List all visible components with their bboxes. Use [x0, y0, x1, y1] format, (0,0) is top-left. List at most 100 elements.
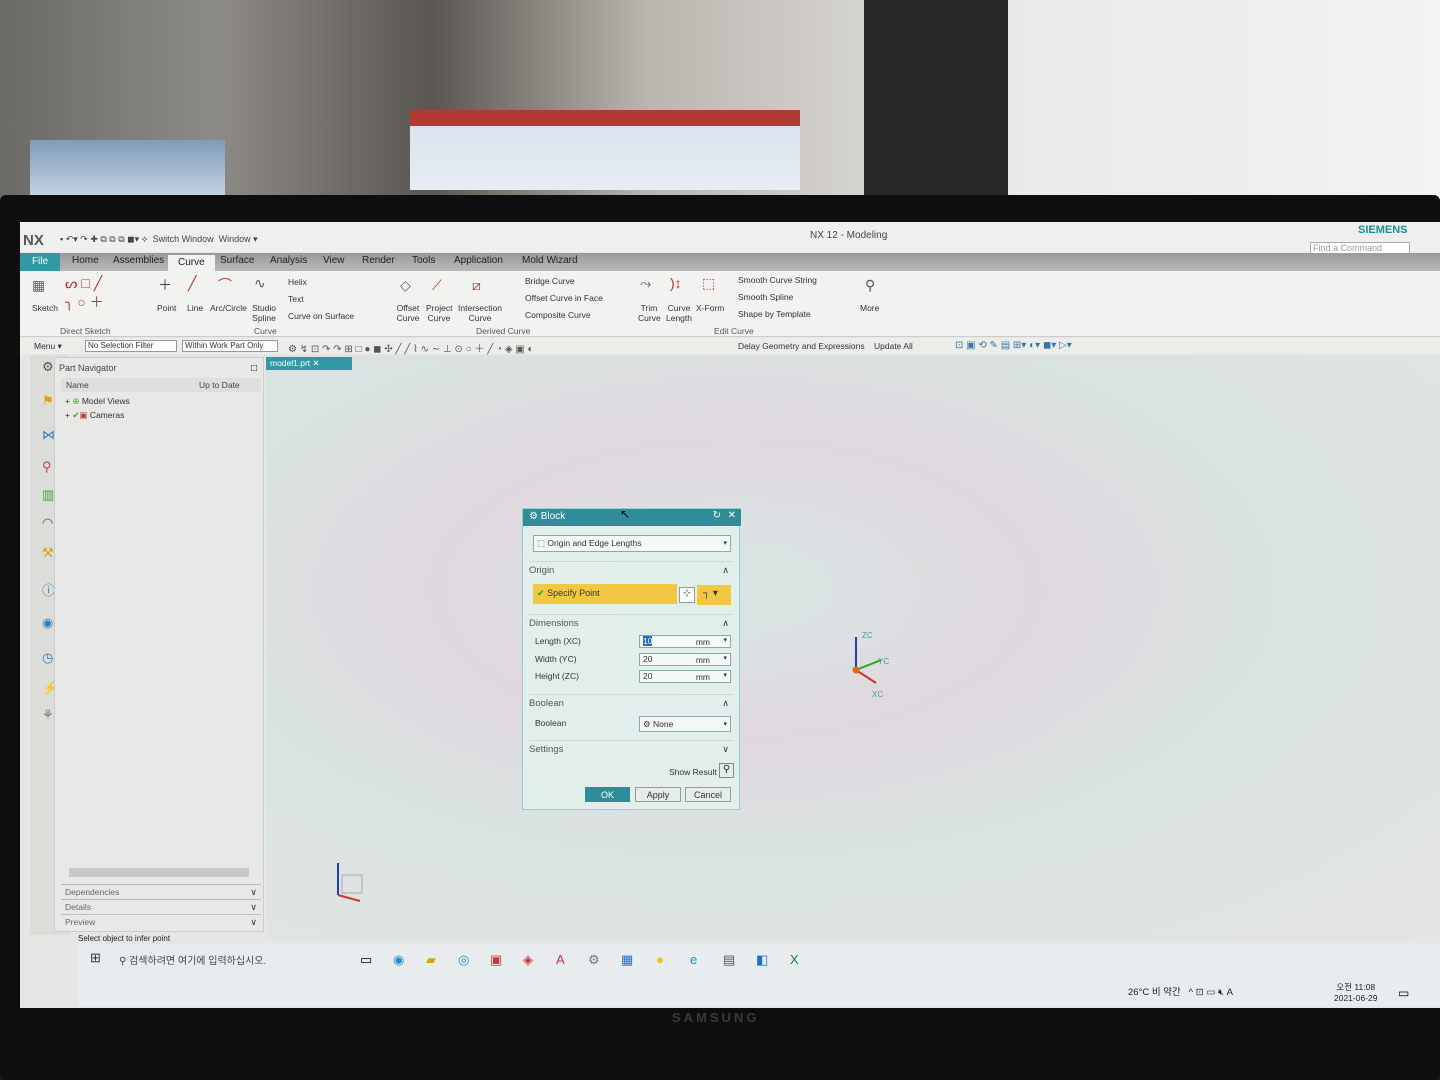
- selection-scope-dropdown[interactable]: Within Work Part Only: [182, 340, 278, 352]
- ok-button[interactable]: OK: [585, 787, 630, 802]
- project-curve-icon[interactable]: ⟋: [432, 277, 442, 294]
- point-button[interactable]: Point: [157, 303, 176, 313]
- block-type-dropdown[interactable]: ⬚ Origin and Edge Lengths ▾: [533, 535, 731, 552]
- system-materials-icon[interactable]: ◉: [42, 615, 53, 631]
- specify-point-selector[interactable]: ✔ Specify Point: [533, 584, 677, 604]
- close-icon[interactable]: ✕: [728, 510, 736, 521]
- tab-assemblies[interactable]: Assemblies: [113, 255, 164, 266]
- tab-surface[interactable]: Surface: [220, 255, 254, 266]
- tab-render[interactable]: Render: [362, 255, 395, 266]
- tab-home[interactable]: Home: [72, 255, 99, 266]
- helix-button[interactable]: Helix: [288, 277, 307, 287]
- windows-start-icon[interactable]: ⊞: [90, 950, 101, 966]
- height-input[interactable]: 20 mm ▾: [639, 670, 731, 683]
- redo-icon[interactable]: ↷: [80, 234, 88, 244]
- switch-window-button[interactable]: Switch Window: [153, 234, 214, 244]
- curve-length-icon[interactable]: )↕: [670, 275, 682, 291]
- project-curve-button[interactable]: Project Curve: [426, 303, 452, 323]
- selection-filter-dropdown[interactable]: No Selection Filter: [85, 340, 177, 352]
- acrobat-icon[interactable]: A: [556, 952, 565, 967]
- snap-point-icons[interactable]: ⚙ ↯ ⊡ ↷ ↷ ⊞ □ ● ◼ ✣ ╱ ╱ ⌇ ∿ ∼ ⊥ ⊙ ○ ＋ ╱ …: [288, 340, 534, 355]
- x-form-icon[interactable]: ⬚: [702, 275, 715, 292]
- delay-geometry-button[interactable]: Delay Geometry and Expressions: [738, 341, 865, 351]
- line-icon[interactable]: ╱: [188, 275, 196, 292]
- tree-item-cameras[interactable]: + ✔▣ Cameras: [65, 410, 124, 421]
- tab-application[interactable]: Application: [454, 255, 503, 266]
- ie-icon[interactable]: e: [690, 952, 697, 967]
- weather-widget[interactable]: 26°C 비 약간: [1128, 987, 1181, 998]
- shape-by-template-button[interactable]: Shape by Template: [738, 309, 811, 319]
- boolean-dropdown[interactable]: ⚙ None ▾: [639, 716, 731, 732]
- box-icon[interactable]: ◼▾: [127, 234, 139, 244]
- app-icon[interactable]: ⚙: [588, 952, 600, 968]
- graphics-window[interactable]: model1.prt ✕ ZC YC XC ⚙ Block ↻ ✕ ⬚ Orig…: [266, 355, 1440, 940]
- tab-curve[interactable]: Curve: [168, 255, 215, 271]
- studio-spline-icon[interactable]: ∿: [254, 275, 266, 292]
- intersection-curve-button[interactable]: Intersection Curve: [456, 303, 504, 323]
- width-input[interactable]: 20 mm ▾: [639, 653, 731, 666]
- cancel-button[interactable]: Cancel: [685, 787, 731, 802]
- calculator-icon[interactable]: ▤: [723, 952, 735, 968]
- notification-icon[interactable]: ▭: [1398, 986, 1409, 1000]
- tab-file[interactable]: File: [20, 253, 60, 271]
- view-tools-icons[interactable]: ⊡ ▣ ⟲ ✎ ▤ ⊞▾ ◐▾ ◼▾ ▷▾: [955, 340, 1072, 351]
- length-input[interactable]: 10 mm ▾: [639, 635, 731, 648]
- hd3d-icon[interactable]: ◠: [42, 515, 53, 531]
- offset-curve-icon[interactable]: ◇: [400, 277, 411, 294]
- sketch-button[interactable]: Sketch: [32, 303, 58, 313]
- trim-curve-icon[interactable]: ⤳: [640, 275, 651, 292]
- show-result-button[interactable]: ⚲: [719, 763, 734, 778]
- assembly-navigator-icon[interactable]: ⚑: [42, 393, 54, 409]
- window-menu[interactable]: Window ▾: [219, 234, 258, 244]
- more-icon[interactable]: ⚲: [865, 277, 875, 294]
- apply-button[interactable]: Apply: [635, 787, 681, 802]
- horizontal-scrollbar[interactable]: [69, 868, 249, 877]
- kakaotalk-icon[interactable]: ●: [656, 952, 664, 967]
- section-dependencies[interactable]: Dependencies ∨: [61, 884, 261, 898]
- app-icon[interactable]: ◎: [458, 952, 469, 968]
- offset-curve-in-face-button[interactable]: Offset Curve in Face: [525, 293, 603, 303]
- curve-length-button[interactable]: Curve Length: [666, 303, 692, 323]
- calendar-icon[interactable]: ▦: [621, 952, 633, 968]
- column-up-to-date[interactable]: Up to Date: [199, 380, 240, 390]
- smooth-curve-string-button[interactable]: Smooth Curve String: [738, 275, 817, 285]
- more-button[interactable]: More: [860, 303, 879, 313]
- excel-icon[interactable]: X: [790, 952, 799, 967]
- section-details[interactable]: Details ∨: [61, 899, 261, 913]
- arc-circle-button[interactable]: Arc/Circle: [210, 303, 247, 313]
- edge-icon[interactable]: ◉: [393, 952, 404, 968]
- curve-on-surface-button[interactable]: Curve on Surface: [288, 311, 354, 321]
- part-navigator-icon[interactable]: ⚲: [42, 459, 52, 475]
- menu-button[interactable]: Menu ▾: [34, 341, 62, 352]
- intersection-curve-icon[interactable]: ⧄: [472, 277, 481, 294]
- maximize-icon[interactable]: □: [251, 363, 257, 374]
- roles-icon[interactable]: ⚘: [42, 707, 54, 723]
- point-icon[interactable]: ＋: [158, 275, 172, 295]
- column-name[interactable]: Name: [66, 380, 89, 390]
- trim-curve-button[interactable]: Trim Curve: [638, 303, 661, 323]
- settings-icon[interactable]: ⚙: [42, 359, 54, 375]
- sketch-icon[interactable]: ▦: [32, 277, 45, 294]
- clock-icon[interactable]: ◷: [42, 650, 53, 666]
- section-settings[interactable]: Settings ∨: [529, 740, 733, 755]
- point-dialog-button[interactable]: ⊹: [679, 587, 695, 603]
- composite-curve-button[interactable]: Composite Curve: [525, 310, 591, 320]
- tab-mold-wizard[interactable]: Mold Wizard: [522, 255, 578, 266]
- nx-taskbar-icon[interactable]: ◈: [523, 952, 533, 968]
- reuse-library-icon[interactable]: ▥: [42, 487, 54, 503]
- offset-curve-button[interactable]: Offset Curve: [396, 303, 420, 323]
- text-button[interactable]: Text: [288, 294, 304, 304]
- tree-item-model-views[interactable]: + ⊕ Model Views: [65, 396, 130, 407]
- save-icon[interactable]: ▪: [60, 234, 63, 244]
- section-boolean[interactable]: Boolean ∧: [529, 694, 733, 709]
- inferred-point-dropdown[interactable]: ┐ ▾: [697, 585, 731, 605]
- section-origin[interactable]: Origin ∧: [529, 561, 733, 576]
- update-all-button[interactable]: Update All: [874, 341, 913, 351]
- bridge-curve-button[interactable]: Bridge Curve: [525, 276, 575, 286]
- arc-icon[interactable]: ⌒: [218, 275, 232, 295]
- web-browser-icon[interactable]: ⚒: [42, 545, 54, 561]
- tab-model1-prt[interactable]: model1.prt ✕: [266, 357, 352, 370]
- tab-tools[interactable]: Tools: [412, 255, 435, 266]
- taskbar-search[interactable]: ⚲ 검색하려면 여기에 입력하십시오.: [113, 948, 353, 970]
- tab-view[interactable]: View: [323, 255, 345, 266]
